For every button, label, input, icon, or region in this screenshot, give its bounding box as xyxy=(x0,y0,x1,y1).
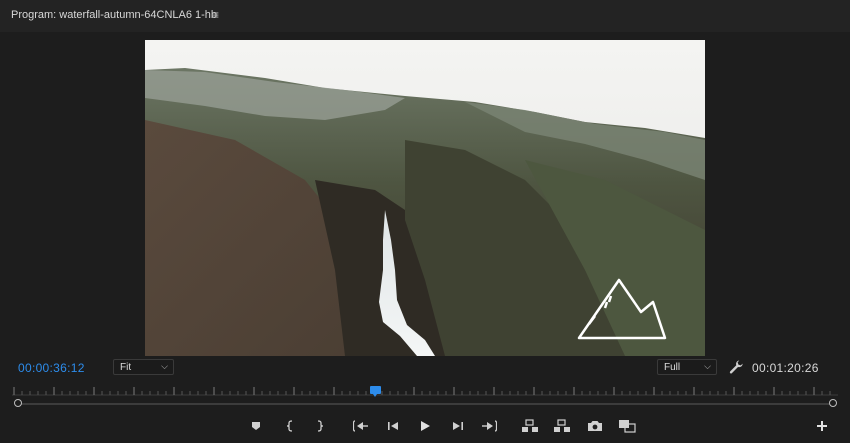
mark-out-button[interactable] xyxy=(311,416,329,436)
plus-icon xyxy=(817,421,827,431)
time-ruler[interactable] xyxy=(12,384,838,396)
playback-resolution-select[interactable]: Full ⌵ xyxy=(657,359,717,375)
play-icon xyxy=(421,421,430,431)
button-editor-button[interactable] xyxy=(813,416,831,436)
zoom-handle-right[interactable] xyxy=(829,399,837,407)
panel-title[interactable]: Program: waterfall-autumn-64CNLA6 1-hb xyxy=(11,9,217,21)
current-timecode[interactable]: 00:00:36:12 xyxy=(18,361,85,375)
go-to-out-icon xyxy=(482,420,497,432)
go-to-in-button[interactable] xyxy=(352,416,370,436)
zoom-level-value: Fit xyxy=(120,362,132,373)
extract-icon xyxy=(554,419,570,432)
comparison-view-icon xyxy=(619,420,636,433)
mark-in-button[interactable] xyxy=(281,416,299,436)
program-monitor-viewport[interactable] xyxy=(145,40,705,356)
camera-icon xyxy=(588,421,602,431)
marker-icon xyxy=(252,422,260,430)
zoom-scrollbar[interactable] xyxy=(18,403,833,405)
chevron-down-icon: ⌵ xyxy=(704,361,711,371)
comparison-view-button[interactable] xyxy=(618,416,636,436)
mark-out-icon xyxy=(317,420,324,432)
go-to-in-icon xyxy=(353,420,368,432)
step-forward-button[interactable] xyxy=(449,416,467,436)
chevron-down-icon: ⌵ xyxy=(161,361,168,371)
duration-timecode: 00:01:20:26 xyxy=(752,361,819,375)
step-back-icon xyxy=(388,422,398,430)
mark-in-icon xyxy=(286,420,293,432)
playhead[interactable] xyxy=(370,386,381,397)
step-forward-icon xyxy=(453,422,463,430)
settings-wrench-icon[interactable] xyxy=(728,359,744,375)
playback-resolution-value: Full xyxy=(664,362,681,373)
video-frame-image xyxy=(145,40,705,356)
transport-controls xyxy=(0,416,850,438)
go-to-out-button[interactable] xyxy=(480,416,498,436)
step-back-button[interactable] xyxy=(384,416,402,436)
panel-header: Program: waterfall-autumn-64CNLA6 1-hb ≡ xyxy=(0,0,850,32)
lift-icon xyxy=(522,419,538,432)
extract-button[interactable] xyxy=(553,416,571,436)
add-marker-button[interactable] xyxy=(247,416,265,436)
export-frame-button[interactable] xyxy=(586,416,604,436)
play-button[interactable] xyxy=(416,416,434,436)
zoom-level-select[interactable]: Fit ⌵ xyxy=(113,359,174,375)
zoom-handle-left[interactable] xyxy=(14,399,22,407)
lift-button[interactable] xyxy=(521,416,539,436)
hamburger-menu-icon[interactable]: ≡ xyxy=(212,8,219,22)
